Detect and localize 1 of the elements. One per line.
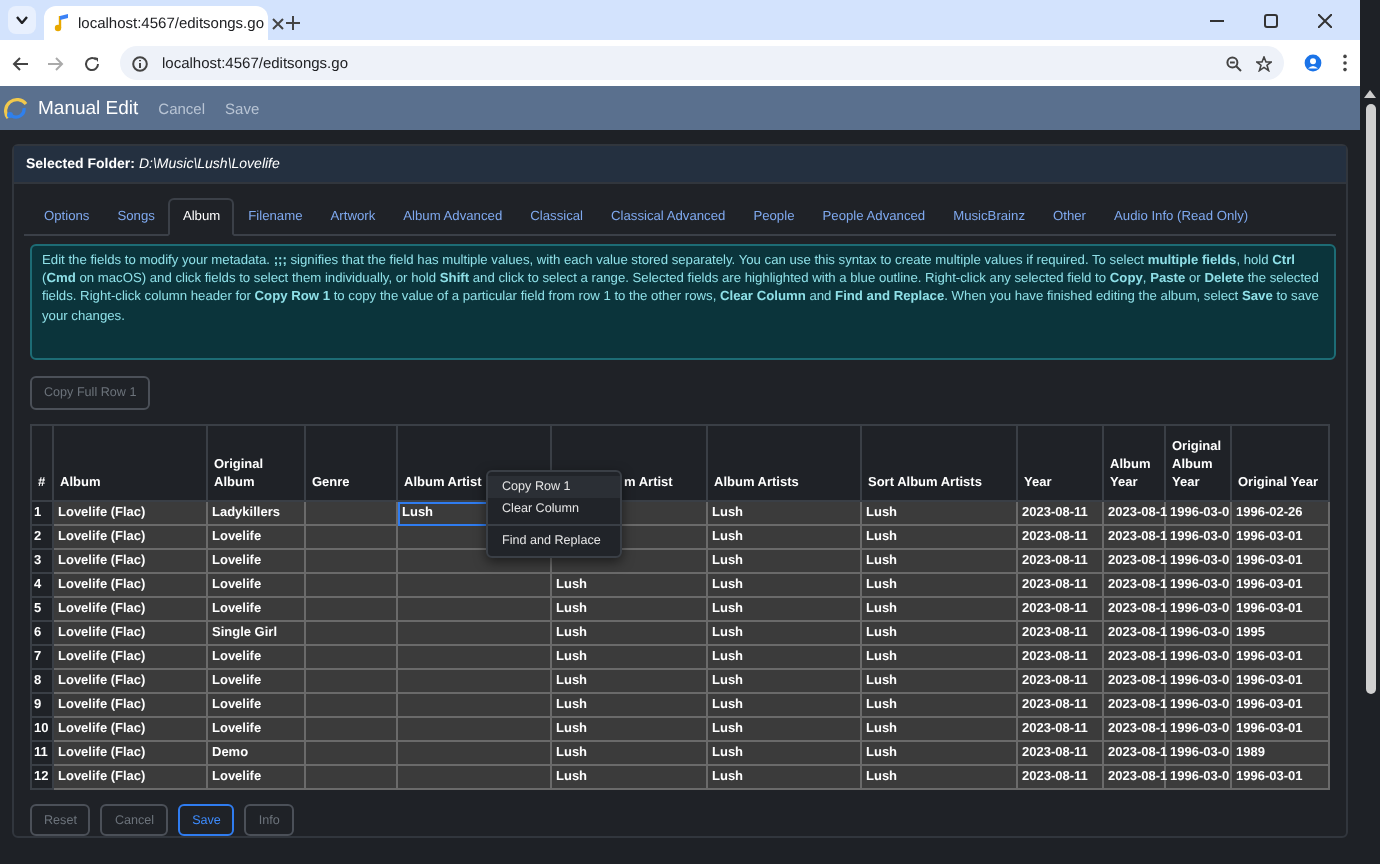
app-title: Manual Edit <box>38 97 139 119</box>
